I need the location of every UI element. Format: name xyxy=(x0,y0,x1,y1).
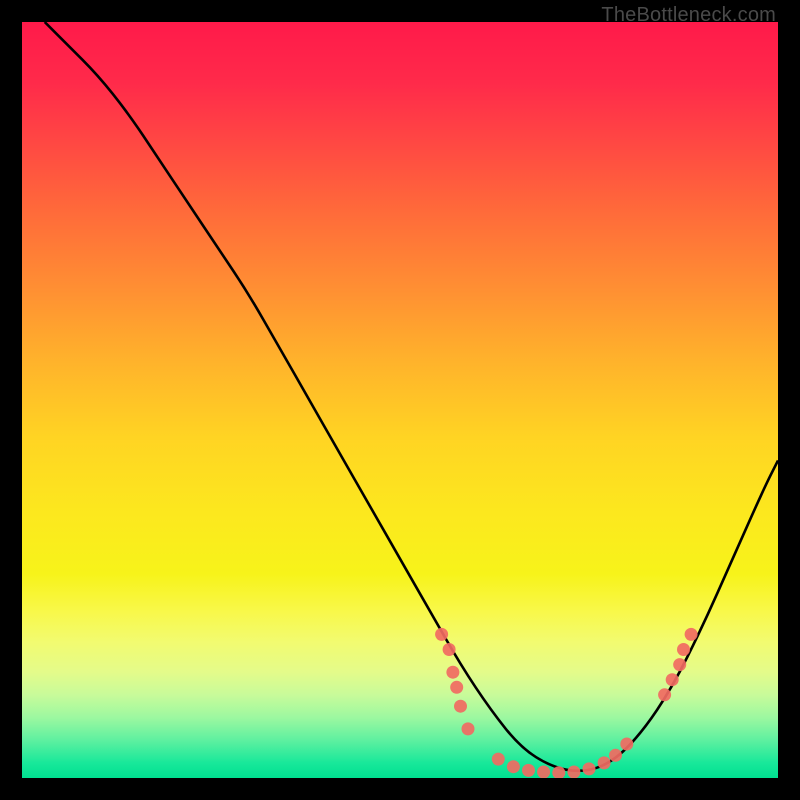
marker-dot xyxy=(666,673,679,686)
marker-dot xyxy=(443,643,456,656)
marker-dot xyxy=(462,722,475,735)
marker-dot xyxy=(583,762,596,775)
bottleneck-chart xyxy=(22,22,778,778)
marker-dot xyxy=(492,753,505,766)
marker-dot xyxy=(609,749,622,762)
marker-dot xyxy=(507,760,520,773)
marker-dot xyxy=(537,766,550,779)
marker-dot xyxy=(522,764,535,777)
bottleneck-curve xyxy=(45,22,778,771)
marker-dot xyxy=(435,628,448,641)
marker-dot xyxy=(567,766,580,779)
marker-dot xyxy=(673,658,686,671)
marker-dot xyxy=(450,681,463,694)
marker-dot xyxy=(598,756,611,769)
sample-points xyxy=(435,628,697,778)
marker-dot xyxy=(658,688,671,701)
marker-dot xyxy=(620,738,633,751)
marker-dot xyxy=(685,628,698,641)
marker-dot xyxy=(677,643,690,656)
marker-dot xyxy=(446,666,459,679)
marker-dot xyxy=(454,700,467,713)
